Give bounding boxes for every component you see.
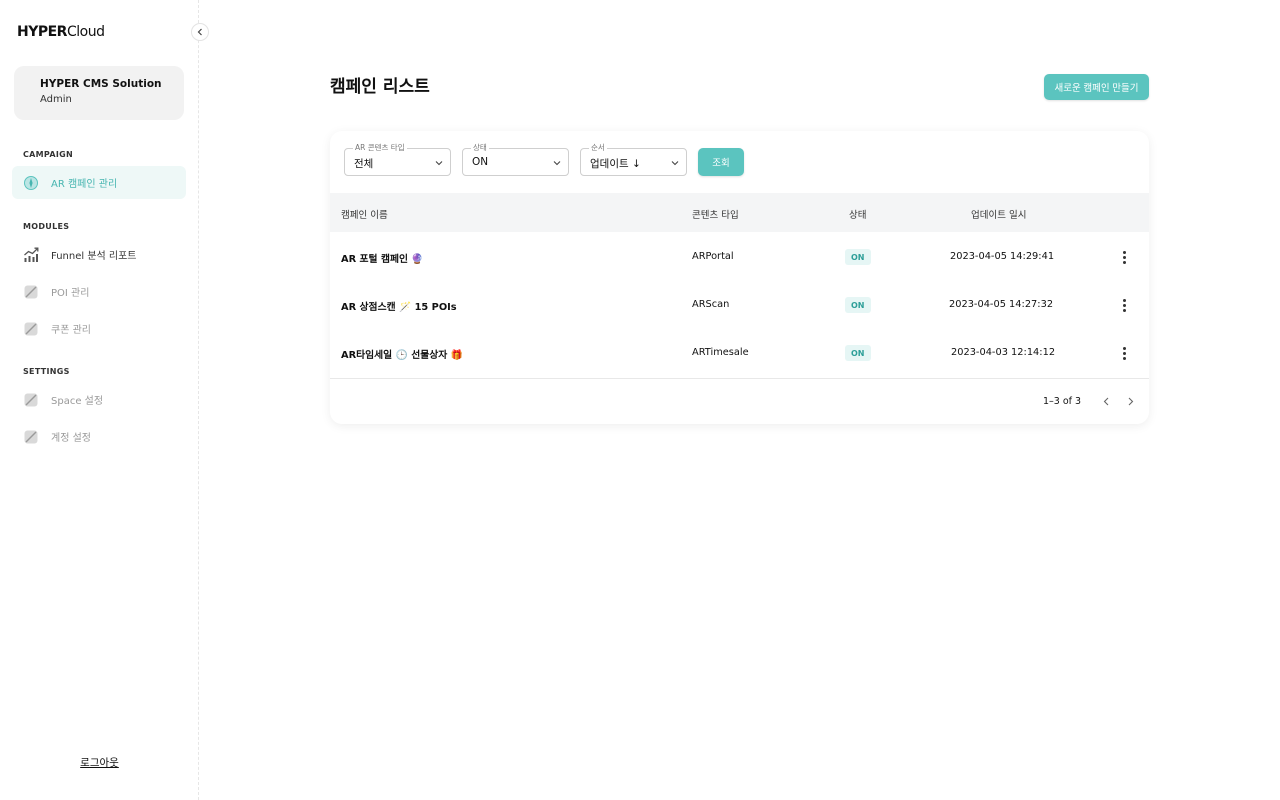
column-header-type: 콘텐츠 타입	[692, 210, 739, 221]
logout-link[interactable]: 로그아웃	[0, 755, 199, 770]
more-options-button[interactable]	[1119, 249, 1129, 265]
chevron-down-icon	[671, 161, 679, 166]
select-value: 전체	[354, 158, 374, 170]
prev-page-button[interactable]	[1099, 394, 1113, 408]
campaign-name: AR 포털 캠페인 🔮	[341, 254, 424, 265]
account-name: HYPER CMS Solution	[40, 78, 162, 90]
status-badge: ON	[845, 345, 871, 361]
campaign-list-card: AR 콘텐츠 타입 전체 상태 ON 순서 업데이트 ↓ 조회 캠페인 이름 콘…	[330, 131, 1149, 424]
select-legend: AR 콘텐츠 타입	[353, 143, 407, 153]
sidebar-item-funnel-report[interactable]: Funnel 분석 리포트	[12, 238, 186, 271]
sidebar-item-label: 쿠폰 관리	[51, 325, 91, 336]
next-page-button[interactable]	[1123, 394, 1137, 408]
section-label-campaign: CAMPAIGN	[23, 150, 73, 159]
more-options-button[interactable]	[1119, 345, 1129, 361]
updated-at: 2023-04-03 12:14:12	[951, 347, 1056, 358]
table-header: 캠페인 이름 콘텐츠 타입 상태 업데이트 일시	[330, 193, 1149, 232]
select-value: ON	[472, 156, 489, 168]
status-select[interactable]: 상태 ON	[462, 143, 569, 176]
order-select[interactable]: 순서 업데이트 ↓	[580, 143, 687, 176]
content-type: ARPortal	[692, 251, 734, 262]
chevron-right-icon	[1128, 397, 1133, 405]
sidebar-item-account-settings[interactable]: 계정 설정	[12, 420, 186, 453]
account-card: HYPER CMS Solution Admin	[14, 66, 184, 120]
campaign-name: AR 상점스캔 🪄 15 POIs	[341, 302, 457, 313]
column-header-status: 상태	[849, 210, 867, 221]
disabled-icon	[23, 321, 39, 337]
chevron-down-icon	[435, 161, 443, 166]
content-type-select[interactable]: AR 콘텐츠 타입 전체	[344, 143, 451, 176]
disabled-icon	[23, 284, 39, 300]
chevron-down-icon	[553, 161, 561, 166]
status-badge: ON	[845, 297, 871, 313]
content-type: ARScan	[692, 299, 730, 310]
select-legend: 상태	[471, 143, 489, 153]
section-label-modules: MODULES	[23, 222, 70, 231]
column-header-name: 캠페인 이름	[341, 210, 388, 221]
disabled-icon	[23, 429, 39, 445]
sidebar-item-label: Space 설정	[51, 396, 104, 407]
sidebar: HYPERCloud HYPER CMS Solution Admin CAMP…	[0, 0, 199, 800]
search-button[interactable]: 조회	[698, 148, 744, 176]
compass-icon	[23, 175, 39, 191]
disabled-icon	[23, 392, 39, 408]
select-value: 업데이트 ↓	[590, 158, 641, 170]
status-badge: ON	[845, 249, 871, 265]
chevron-left-icon	[1103, 397, 1108, 405]
sidebar-item-ar-campaign[interactable]: AR 캠페인 관리	[12, 166, 186, 199]
content-type: ARTimesale	[692, 347, 749, 358]
sidebar-item-label: AR 캠페인 관리	[51, 179, 118, 190]
chart-trend-icon	[23, 247, 39, 263]
page-title: 캠페인 리스트	[330, 77, 430, 97]
chevron-left-icon	[197, 28, 202, 36]
account-role: Admin	[40, 94, 72, 105]
pagination-info: 1–3 of 3	[1043, 396, 1082, 407]
table-row[interactable]: AR타임세일 🕒 선물상자 🎁 ARTimesale ON 2023-04-03…	[330, 329, 1149, 377]
logo: HYPERCloud	[17, 24, 105, 40]
table-row[interactable]: AR 상점스캔 🪄 15 POIs ARScan ON 2023-04-05 1…	[330, 281, 1149, 329]
select-legend: 순서	[589, 143, 607, 153]
sidebar-item-label: 계정 설정	[51, 433, 91, 444]
logo-bold-text: HYPER	[17, 24, 67, 40]
table-pagination: 1–3 of 3	[330, 378, 1149, 424]
logo-light-text: Cloud	[66, 24, 105, 40]
sidebar-item-label: Funnel 분석 리포트	[51, 251, 137, 262]
collapse-sidebar-button[interactable]	[191, 23, 209, 41]
section-label-settings: SETTINGS	[23, 367, 70, 376]
sidebar-item-label: POI 관리	[51, 288, 90, 299]
updated-at: 2023-04-05 14:29:41	[950, 251, 1055, 262]
sidebar-item-coupon[interactable]: 쿠폰 관리	[12, 312, 186, 345]
sidebar-item-poi[interactable]: POI 관리	[12, 275, 186, 308]
updated-at: 2023-04-05 14:27:32	[949, 299, 1054, 310]
campaign-name: AR타임세일 🕒 선물상자 🎁	[341, 350, 463, 361]
sidebar-item-space-settings[interactable]: Space 설정	[12, 383, 186, 416]
table-row[interactable]: AR 포털 캠페인 🔮 ARPortal ON 2023-04-05 14:29…	[330, 233, 1149, 281]
more-options-button[interactable]	[1119, 297, 1129, 313]
column-header-updated: 업데이트 일시	[971, 210, 1027, 221]
create-campaign-button[interactable]: 새로운 캠페인 만들기	[1044, 74, 1149, 100]
